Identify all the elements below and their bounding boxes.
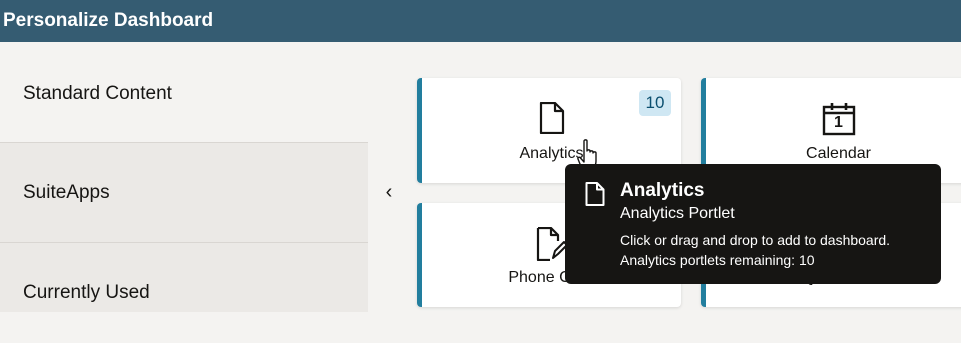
collapse-panel-button[interactable]: ‹ bbox=[379, 180, 399, 204]
sidebar-item-standard-content[interactable]: Standard Content bbox=[0, 42, 368, 142]
tooltip-subtitle: Analytics Portlet bbox=[620, 205, 735, 222]
tooltip-remaining-count: Analytics portlets remaining: 10 bbox=[620, 252, 815, 268]
tooltip-title: Analytics bbox=[620, 180, 705, 201]
sidebar: Standard Content SuiteApps Currently Use… bbox=[0, 42, 368, 312]
remaining-count-badge: 10 bbox=[639, 90, 671, 116]
tile-label: Analytics bbox=[519, 145, 584, 162]
chevron-left-icon: ‹ bbox=[385, 181, 393, 203]
tooltip-description: Click or drag and drop to add to dashboa… bbox=[620, 232, 891, 248]
sidebar-item-label: SuiteApps bbox=[23, 182, 110, 203]
sidebar-item-label: Standard Content bbox=[23, 83, 172, 104]
sidebar-item-currently-used[interactable]: Currently Used bbox=[0, 242, 368, 312]
document-icon bbox=[539, 101, 565, 139]
document-icon bbox=[585, 182, 605, 211]
page-header: Personalize Dashboard bbox=[0, 0, 961, 42]
tile-label: Calendar bbox=[806, 145, 871, 162]
calendar-icon: 1 bbox=[822, 102, 856, 136]
phone-calls-icon bbox=[536, 226, 568, 266]
sidebar-item-label: Currently Used bbox=[23, 282, 150, 303]
portlet-tooltip: Analytics Analytics Portlet Click or dra… bbox=[565, 164, 941, 284]
page-title: Personalize Dashboard bbox=[3, 10, 214, 31]
calendar-day-number: 1 bbox=[834, 114, 843, 131]
sidebar-item-suiteapps[interactable]: SuiteApps bbox=[0, 142, 368, 242]
